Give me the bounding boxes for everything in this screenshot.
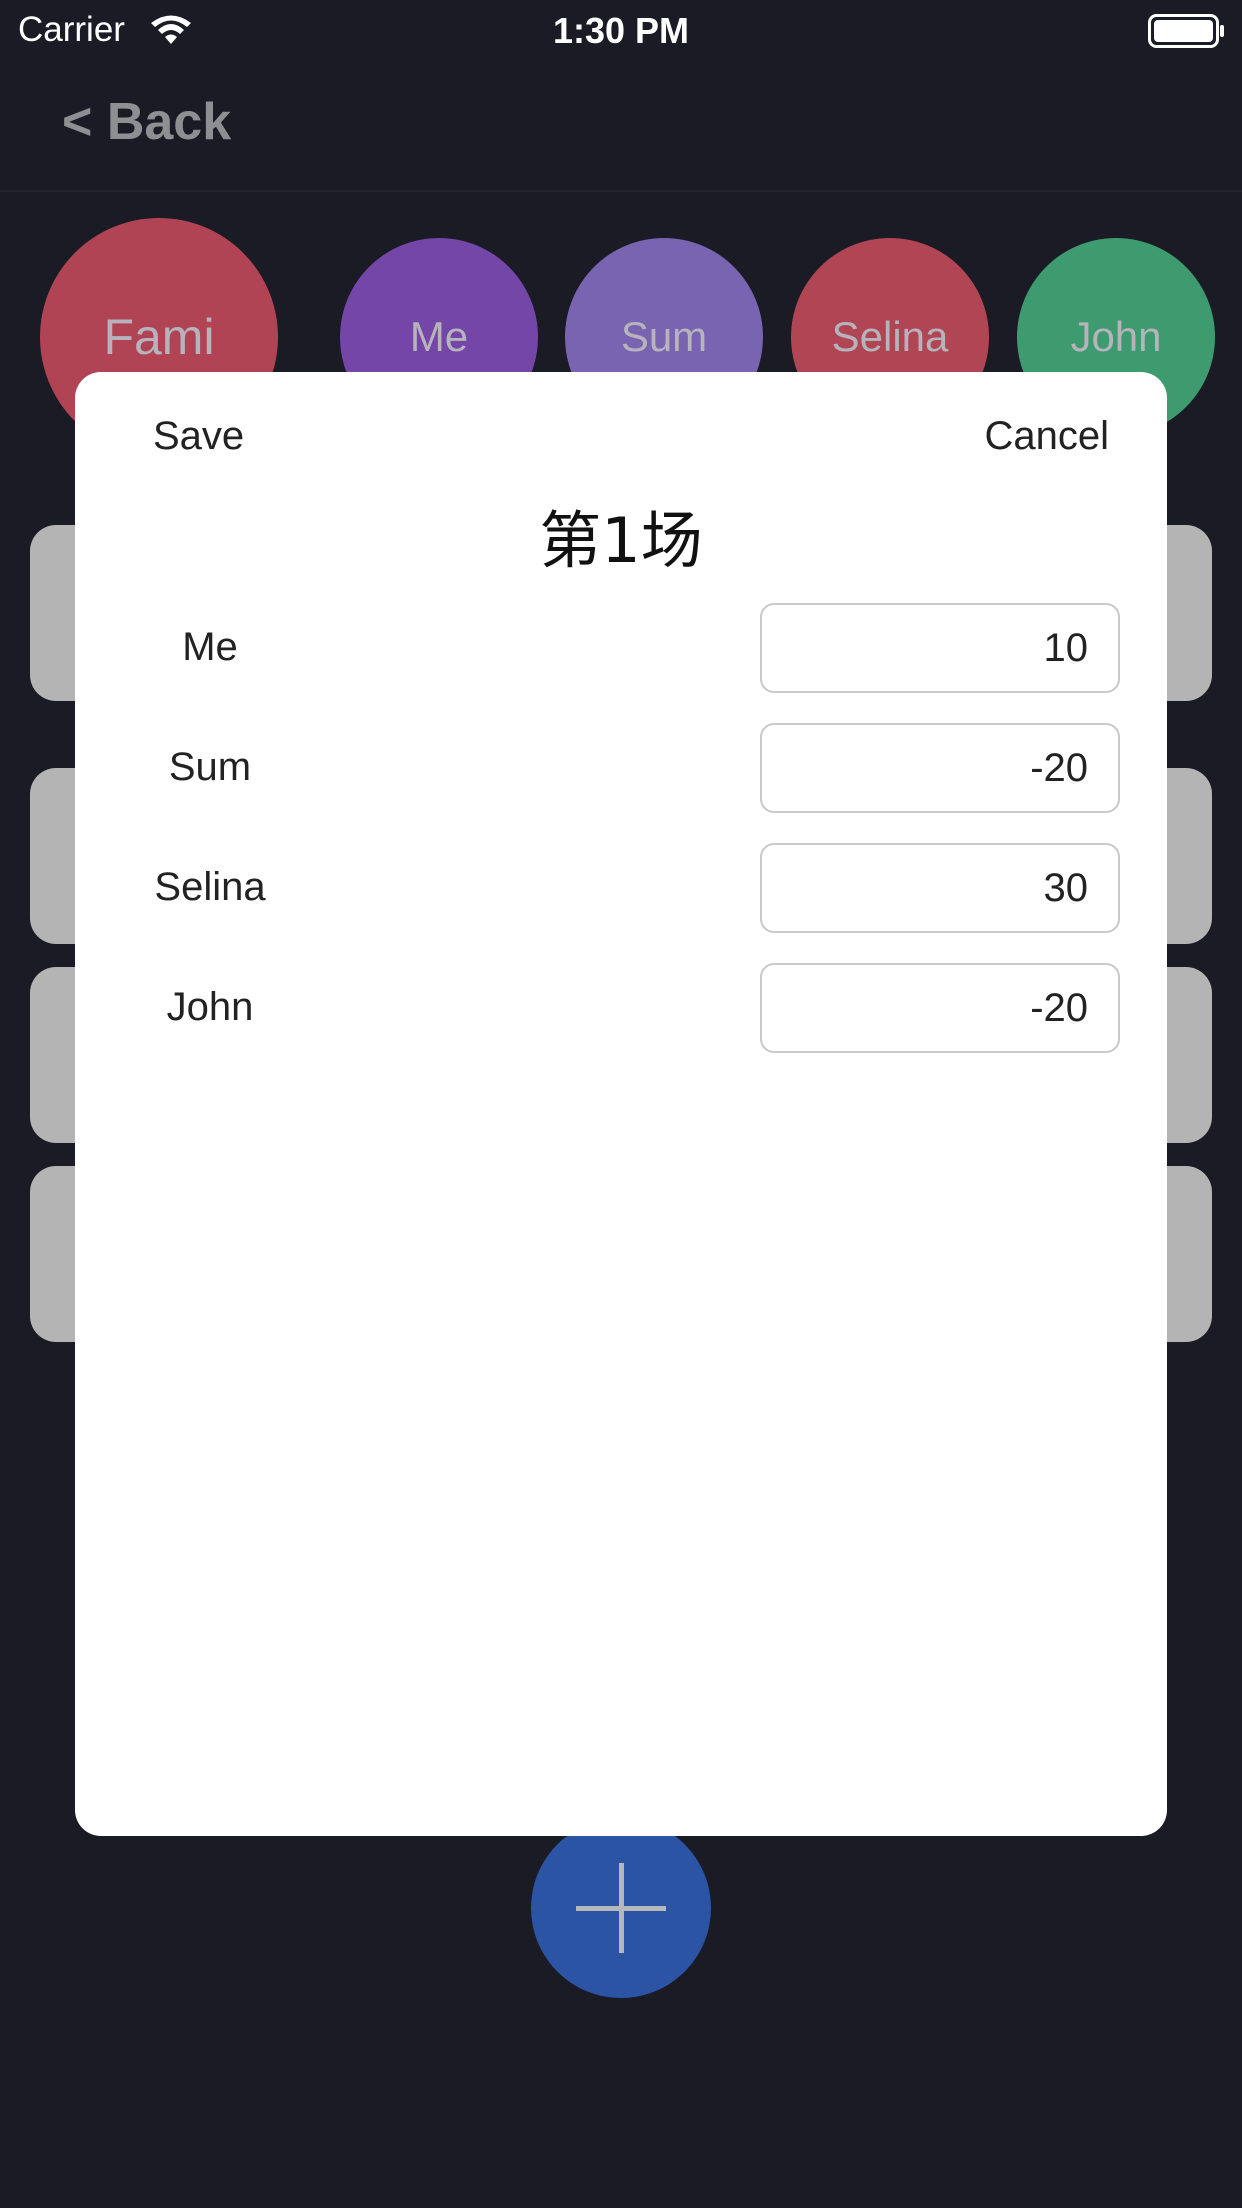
score-input-john[interactable]: [760, 963, 1120, 1053]
player-avatar-label: Selina: [831, 313, 949, 360]
back-button[interactable]: < Back: [62, 92, 231, 152]
score-row-selina: Selina: [75, 843, 1167, 933]
save-button[interactable]: Save: [153, 414, 244, 459]
score-input-selina[interactable]: [760, 843, 1120, 933]
status-bar: Carrier 1:30 PM: [0, 0, 1242, 60]
battery-icon: [1148, 14, 1224, 48]
add-round-button[interactable]: [531, 1818, 711, 1998]
score-row-sum: Sum: [75, 723, 1167, 813]
player-name-label: Me: [182, 625, 238, 669]
player-avatar-label: John: [1070, 313, 1162, 360]
score-input-me[interactable]: [760, 603, 1120, 693]
player-avatar-label: Me: [409, 313, 469, 360]
player-name-label: John: [166, 985, 254, 1029]
score-input-sum[interactable]: [760, 723, 1120, 813]
status-time: 1:30 PM: [552, 10, 690, 51]
player-name-label: Selina: [154, 865, 266, 909]
modal-title: 第1场: [539, 504, 703, 577]
player-avatar-label: Fami: [103, 309, 215, 365]
nav-bar: < Back: [0, 62, 1242, 192]
score-row-john: John: [75, 963, 1167, 1053]
screen: Carrier 1:30 PM < Back Fami Me Sum Selin…: [0, 0, 1242, 2208]
score-entry-modal: Save Cancel 第1场 Me Sum Selina John: [75, 372, 1167, 1836]
score-row-me: Me: [75, 603, 1167, 693]
player-avatar-label: Sum: [620, 313, 708, 360]
plus-icon-vertical: [619, 1863, 624, 1953]
cancel-button[interactable]: Cancel: [984, 414, 1109, 459]
player-name-label: Sum: [168, 745, 252, 789]
